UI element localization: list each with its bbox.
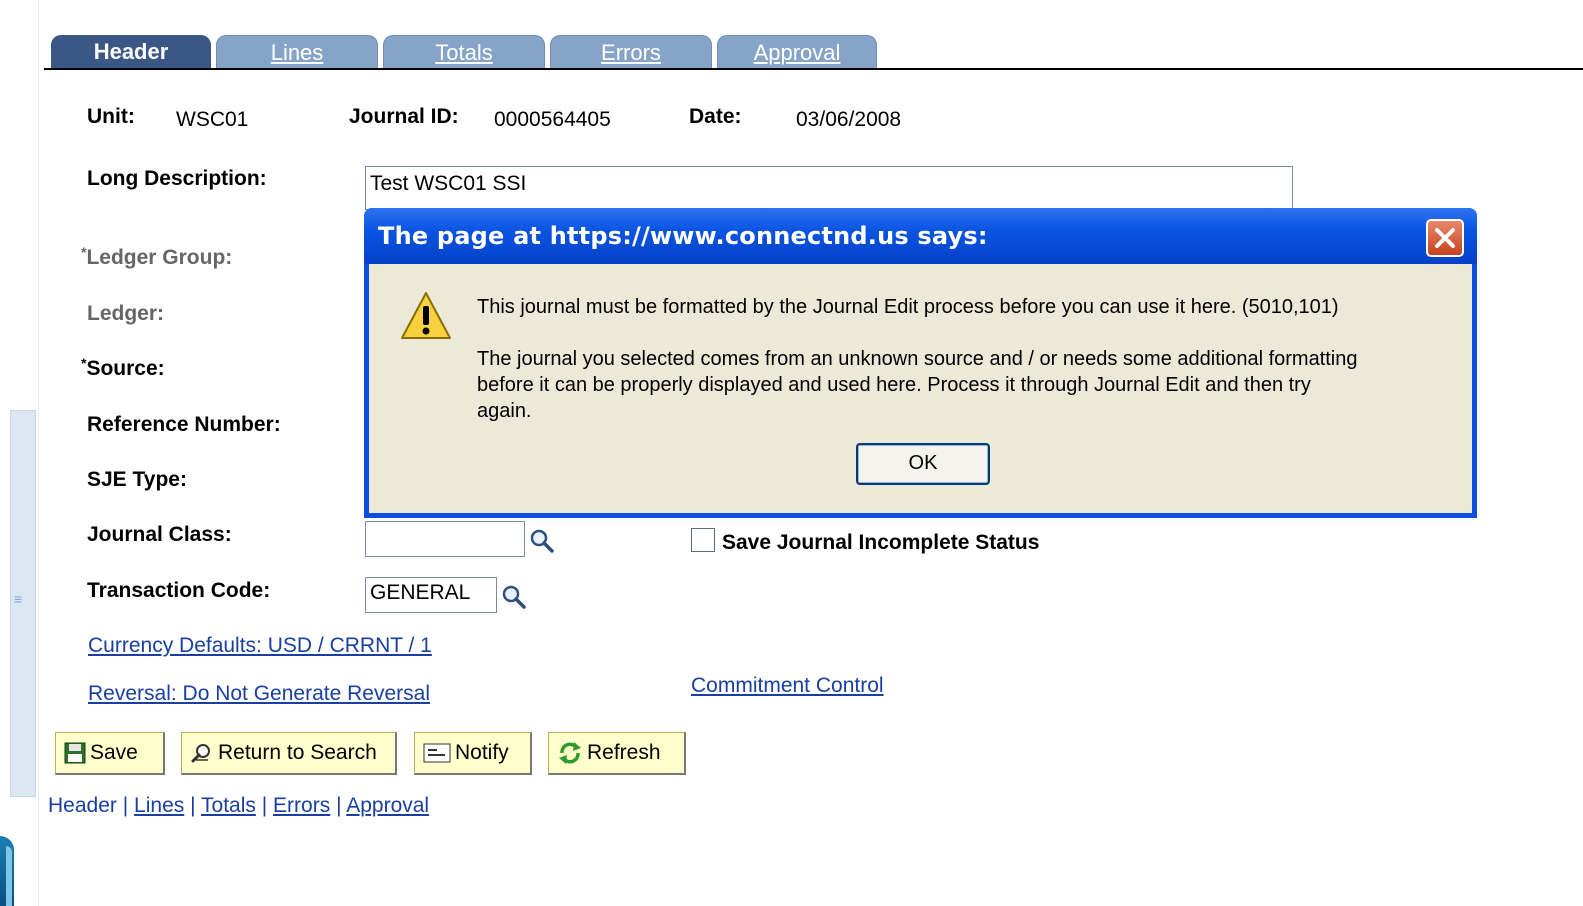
transaction-code-input[interactable]: GENERAL [365,577,497,613]
ledger-label: Ledger: [87,302,165,325]
alert-dialog: The page at https://www.connectnd.us say… [364,208,1477,518]
refresh-label: Refresh [587,741,661,764]
dialog-message-detail-1: The journal you selected comes from an u… [477,348,1358,370]
grip-icon[interactable]: ≡ [14,592,28,606]
transaction-code-lookup-icon[interactable] [501,584,527,610]
bottom-nav-separator: | [261,794,268,817]
bottom-nav-separator: | [190,794,196,817]
ledger-group-label: *Ledger Group: [81,244,233,270]
dialog-body: This journal must be formatted by the Jo… [369,264,1472,513]
date-value: 03/06/2008 [796,108,902,131]
tab-underline [44,68,1583,70]
bottom-nav-errors[interactable]: Errors [273,794,330,817]
close-button[interactable] [1426,219,1464,257]
currency-defaults-link[interactable]: Currency Defaults: USD / CRRNT / 1 [88,634,432,658]
tab-errors[interactable]: Errors [550,35,712,68]
notify-icon [423,743,451,763]
source-text: Source: [86,357,165,380]
tab-lines[interactable]: Lines [216,35,378,68]
return-to-search-button[interactable]: Return to Search [181,732,397,775]
close-icon [1435,228,1455,248]
save-button-label: Save [90,741,138,764]
required-mark: * [81,244,87,260]
bottom-nav: Header | Lines | Totals | Errors | Appro… [48,794,429,818]
ledger-group-text: Ledger Group: [86,246,233,269]
save-incomplete-checkbox[interactable] [691,528,715,552]
return-to-search-label: Return to Search [218,741,377,764]
notify-button[interactable]: Notify [414,732,532,775]
journal-class-label: Journal Class: [87,523,232,546]
tab-header[interactable]: Header [51,35,211,68]
logo-wave-accent [6,846,12,906]
dialog-title-bar[interactable]: The page at https://www.connectnd.us say… [364,208,1477,264]
dialog-message-detail-2: before it can be properly displayed and … [477,374,1311,396]
required-mark: * [81,355,87,371]
commitment-control-link[interactable]: Commitment Control [691,674,884,698]
bottom-nav-totals[interactable]: Totals [201,794,256,817]
journal-id-value: 0000564405 [494,108,611,131]
journal-id-label: Journal ID: [349,105,459,128]
dialog-message-detail-3: again. [477,400,532,422]
ok-button[interactable]: OK [856,443,990,485]
save-button[interactable]: Save [55,732,165,775]
tab-approval[interactable]: Approval [717,35,877,68]
tab-totals[interactable]: Totals [383,35,545,68]
sje-type-label: SJE Type: [87,468,187,491]
bottom-nav-approval[interactable]: Approval [346,794,429,817]
long-description-input[interactable]: Test WSC01 SSI [365,166,1293,210]
long-description-label: Long Description: [87,167,267,190]
date-label: Date: [689,105,742,128]
source-label: *Source: [81,355,165,381]
dialog-message-primary: This journal must be formatted by the Jo… [477,296,1339,318]
bottom-nav-header[interactable]: Header [48,794,117,817]
refresh-button[interactable]: Refresh [548,732,686,775]
refresh-icon [559,742,581,764]
journal-class-lookup-icon[interactable] [529,528,555,554]
warning-icon [401,292,451,339]
journal-class-input[interactable] [365,521,525,557]
notify-label: Notify [455,741,509,764]
bottom-nav-separator: | [122,794,129,817]
unit-value: WSC01 [176,108,249,131]
transaction-code-label: Transaction Code: [87,579,271,602]
bottom-nav-separator: | [336,794,342,817]
reference-number-label: Reference Number: [87,413,281,436]
save-incomplete-label: Save Journal Incomplete Status [722,531,1040,554]
floppy-disk-icon [64,742,86,764]
return-search-icon [191,744,210,763]
unit-label: Unit: [87,105,135,128]
reversal-link[interactable]: Reversal: Do Not Generate Reversal [88,682,430,706]
dialog-title: The page at https://www.connectnd.us say… [378,222,988,250]
bottom-nav-lines[interactable]: Lines [134,794,184,817]
